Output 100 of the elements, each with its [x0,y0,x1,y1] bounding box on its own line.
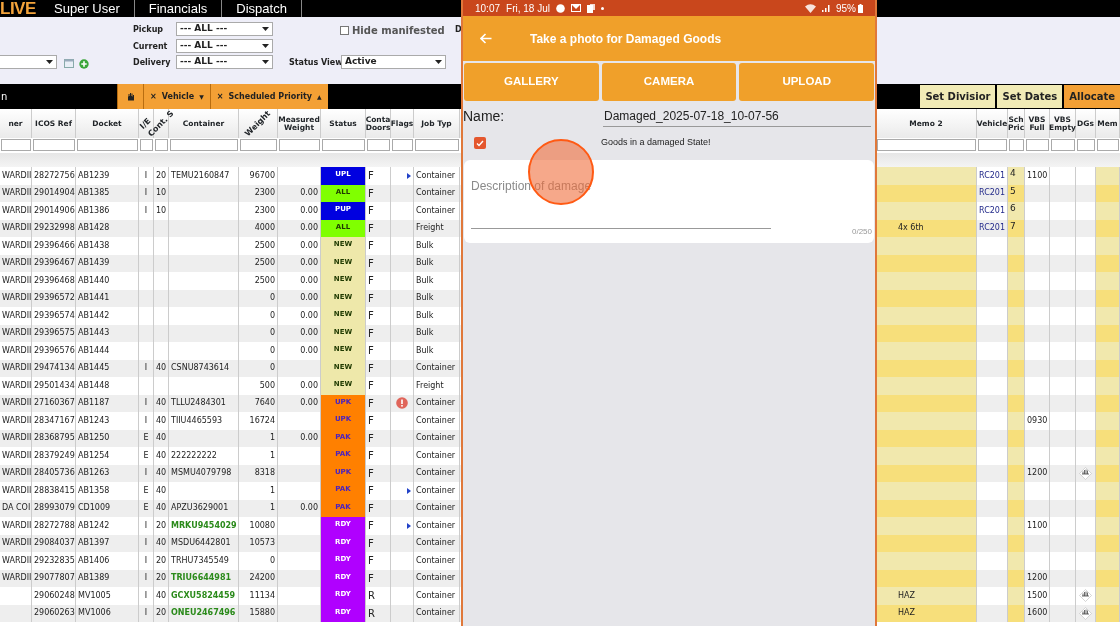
table-cell: 24200 [249,572,275,585]
table-cell: AB1440 [78,274,110,287]
table-cell: Container [416,502,456,515]
table-cell: 40 [155,537,167,550]
table-cell: 29232998 [34,222,75,235]
table-cell: TRIU6644981 [171,572,232,585]
table-cell: WARDII [2,554,32,567]
table-cell: CSNU8743614 [171,362,230,375]
table-cell: AB1389 [78,572,110,585]
status-date: Fri, 18 Jul [506,1,550,16]
table-cell: 29060263 [34,607,75,620]
table-cell: WARDII [2,169,32,182]
table-cell: 28368795 [34,432,75,445]
table-cell-text: F [368,501,374,516]
table-cell: 16724 [249,414,275,427]
table-cell: RC201 [979,222,1005,235]
table-cell: Container [416,589,456,602]
table-cell: 96700 [249,169,275,182]
table-cell: 29396467 [34,257,75,270]
table-cell: Bulk [416,292,434,305]
table-cell-text: R [368,606,375,621]
table-cell: DA COI [2,502,31,515]
table-cell: 1100 [1027,169,1048,182]
table-cell: 1600 [1027,607,1048,620]
table-cell: 28838415 [34,484,75,497]
table-cell: 1200 [1027,572,1048,585]
table-cell: E [143,502,149,515]
table-cell: I [144,169,148,182]
table-cell: 0 [269,554,275,567]
table-cell: AB1441 [78,292,110,305]
table-cell: CD1009 [78,502,111,515]
table-cell: APZU3629001 [171,502,229,515]
table-cell: 20 [155,169,167,182]
table-cell: AB1445 [78,362,110,375]
table-cell: Freight [416,222,444,235]
table-cell: Container [416,607,456,620]
table-cell: I [144,467,148,480]
table-cell-text: F [368,204,374,219]
table-cell: AB1439 [78,257,110,270]
filter-label: Delivery [133,57,171,69]
table-cell: 27160367 [34,397,75,410]
table-cell-text: F [368,361,374,376]
table-cell-text: F [368,274,374,289]
table-cell: 28993079 [34,502,75,515]
table-cell: WARDII [2,204,32,217]
table-cell: Container [416,467,456,480]
table-cell: 20 [155,572,167,585]
table-cell: MRKU9454029 [171,519,237,532]
table-cell: 1500 [1027,589,1048,602]
table-cell: AB1442 [78,309,110,322]
table-cell: 0.00 [300,327,318,340]
toolbar-title: n [0,90,9,104]
character-counter: 0/250 [851,226,872,238]
table-cell: 0 [269,344,275,357]
table-cell: WARDII [2,519,32,532]
table-cell: 11134 [249,589,275,602]
table-cell: 2500 [254,257,275,270]
table-cell: MSMU4079798 [171,467,232,480]
table-cell: 8318 [254,467,275,480]
table-cell: 1 [269,484,275,497]
table-cell: WARDII [2,344,32,357]
table-cell-text: F [368,519,374,534]
table-cell: TRHU7345549 [171,554,229,567]
table-cell-text: F [368,239,374,254]
table-cell: Container [416,519,456,532]
table-cell: WARDII [2,292,32,305]
table-cell-text: F [368,344,374,359]
table-cell: 10 [155,187,167,200]
table-cell: AB1397 [78,537,110,550]
table-cell-text: F [368,554,374,569]
table-cell: I [144,187,148,200]
table-cell: 29396468 [34,274,75,287]
table-cell: WARDII [2,379,32,392]
table-cell: 0.00 [300,274,318,287]
table-cell: 10080 [249,519,275,532]
table-cell: 15880 [249,607,275,620]
table-cell: 40 [155,414,167,427]
table-cell: WARDII [2,432,32,445]
filter-label: Pickup [133,24,164,36]
table-cell: I [144,397,148,410]
table-cell-text: F [368,169,374,184]
table-cell: WARDII [2,484,32,497]
table-cell: E [143,484,149,497]
table-cell: 40 [155,502,167,515]
table-cell: 0 [269,292,275,305]
table-cell: 29396576 [34,344,75,357]
table-cell: 29474134 [34,362,75,375]
table-cell: 1 [269,432,275,445]
table-cell: Bulk [416,239,434,252]
table-cell: E [143,449,149,462]
table-cell: I [144,204,148,217]
table-cell: 40 [155,484,167,497]
table-cell: I [144,554,148,567]
table-cell: GCXU5824459 [171,589,236,602]
table-cell: 0.00 [300,432,318,445]
table-cell: WARDII [2,414,32,427]
table-cell: WARDII [2,467,32,480]
table-cell: AB1438 [78,239,110,252]
table-cell: 2500 [254,239,275,252]
table-cell: WARDII [2,572,32,585]
